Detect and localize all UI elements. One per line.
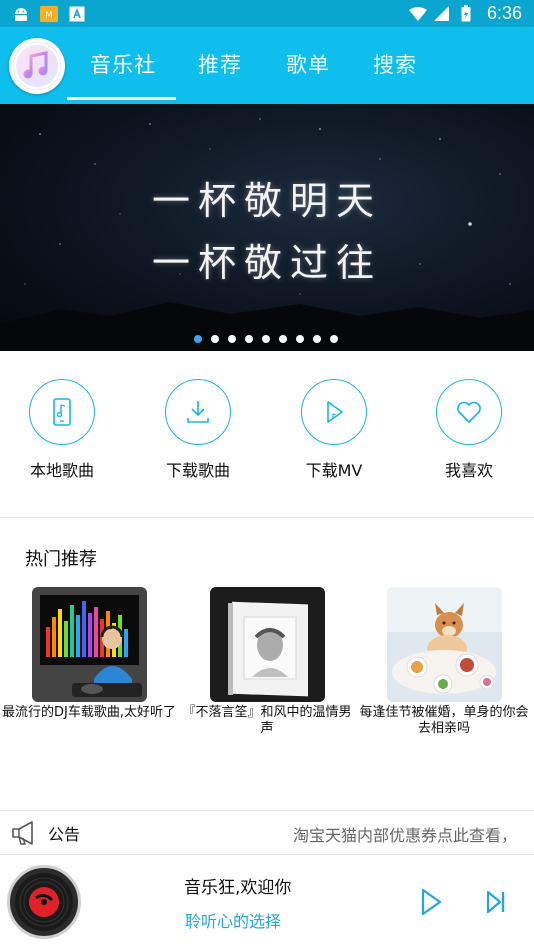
- playlist-cover-dj: [31, 587, 147, 702]
- banner-line-2: 一杯敬过往: [151, 241, 382, 285]
- next-button[interactable]: [481, 885, 511, 919]
- clock: 6:36: [486, 3, 522, 23]
- download-mv-label: 下载MV: [305, 461, 363, 480]
- skip-next-icon: [486, 890, 505, 914]
- megaphone-icon: [10, 819, 40, 847]
- app-logo-icon[interactable]: [9, 38, 65, 94]
- local-songs-button[interactable]: 本地歌曲: [7, 379, 117, 481]
- app-header: 音乐社 推荐 歌单 搜索: [0, 27, 534, 104]
- playlist-card-title: 『不落言筌』和风中的温情男声: [182, 705, 352, 736]
- quick-actions: 本地歌曲 下载歌曲 下载MV 我喜欢: [0, 351, 534, 517]
- carousel-dot[interactable]: [330, 335, 338, 343]
- carousel-dot[interactable]: [313, 335, 321, 343]
- banner-line-1: 一杯敬明天: [151, 179, 382, 223]
- svg-text:M: M: [46, 9, 53, 19]
- carousel-dot[interactable]: [296, 335, 304, 343]
- notice-label: 公告: [48, 824, 81, 844]
- carousel-dot[interactable]: [262, 335, 270, 343]
- carousel-dot[interactable]: [194, 335, 202, 343]
- player-subtitle: 聆听心的选择: [185, 912, 282, 931]
- playlist-card-title: 每逢佳节被催婚，单身的你会去相亲吗: [359, 705, 529, 736]
- app-notification-icon: M: [40, 5, 58, 23]
- album-disc[interactable]: [7, 865, 81, 939]
- download-mv-button[interactable]: 下载MV: [279, 379, 389, 481]
- playlist-card-title: 最流行的DJ车载歌曲,太好听了: [2, 705, 176, 720]
- phone-music-icon: [29, 379, 95, 445]
- player-song-title: 音乐狂,欢迎你: [184, 878, 292, 898]
- download-icon: [165, 379, 231, 445]
- android-icon: [12, 5, 30, 23]
- mini-player: 音乐狂,欢迎你 聆听心的选择: [0, 855, 534, 950]
- tab-search[interactable]: 搜索: [373, 49, 417, 79]
- divider: [0, 517, 534, 518]
- video-play-icon: [301, 379, 367, 445]
- carousel-dot[interactable]: [279, 335, 287, 343]
- playlist-card[interactable]: 每逢佳节被催婚，单身的你会去相亲吗: [356, 587, 532, 737]
- wifi-icon: [408, 5, 427, 23]
- local-songs-label: 本地歌曲: [29, 461, 94, 480]
- hot-recommend-title: 热门推荐: [25, 549, 97, 570]
- night-sky-illustration: [0, 118, 534, 351]
- tab-recommend[interactable]: 推荐: [198, 49, 242, 79]
- download-songs-label: 下载歌曲: [165, 461, 230, 480]
- carousel-indicator: [194, 335, 338, 343]
- play-button[interactable]: [416, 885, 446, 919]
- status-bar: M 6:36: [0, 0, 534, 27]
- banner-carousel[interactable]: 一杯敬明天 一杯敬过往: [0, 104, 534, 351]
- carousel-dot[interactable]: [211, 335, 219, 343]
- notice-bar[interactable]: 公告 淘宝天猫内部优惠券点此查看，: [0, 811, 534, 854]
- heart-icon: [436, 379, 502, 445]
- playlist-cover-dog: [386, 587, 502, 702]
- playlist-cover-portrait: [209, 587, 325, 702]
- battery-icon: [457, 5, 475, 23]
- signal-icon: [433, 5, 451, 23]
- playlist-card[interactable]: 最流行的DJ车载歌曲,太好听了: [1, 587, 177, 721]
- notice-marquee[interactable]: 淘宝天猫内部优惠券点此查看，: [293, 822, 517, 846]
- carousel-dot[interactable]: [245, 335, 253, 343]
- download-songs-button[interactable]: 下载歌曲: [143, 379, 253, 481]
- carousel-dot[interactable]: [228, 335, 236, 343]
- tab-playlist[interactable]: 歌单: [286, 49, 330, 79]
- play-icon: [421, 888, 442, 916]
- store-icon: [68, 5, 86, 23]
- playlist-card[interactable]: 『不落言筌』和风中的温情男声: [179, 587, 355, 737]
- tab-music-community[interactable]: 音乐社: [90, 49, 156, 79]
- favorites-button[interactable]: 我喜欢: [414, 379, 524, 481]
- tab-indicator: [67, 97, 176, 100]
- favorites-label: 我喜欢: [444, 461, 493, 480]
